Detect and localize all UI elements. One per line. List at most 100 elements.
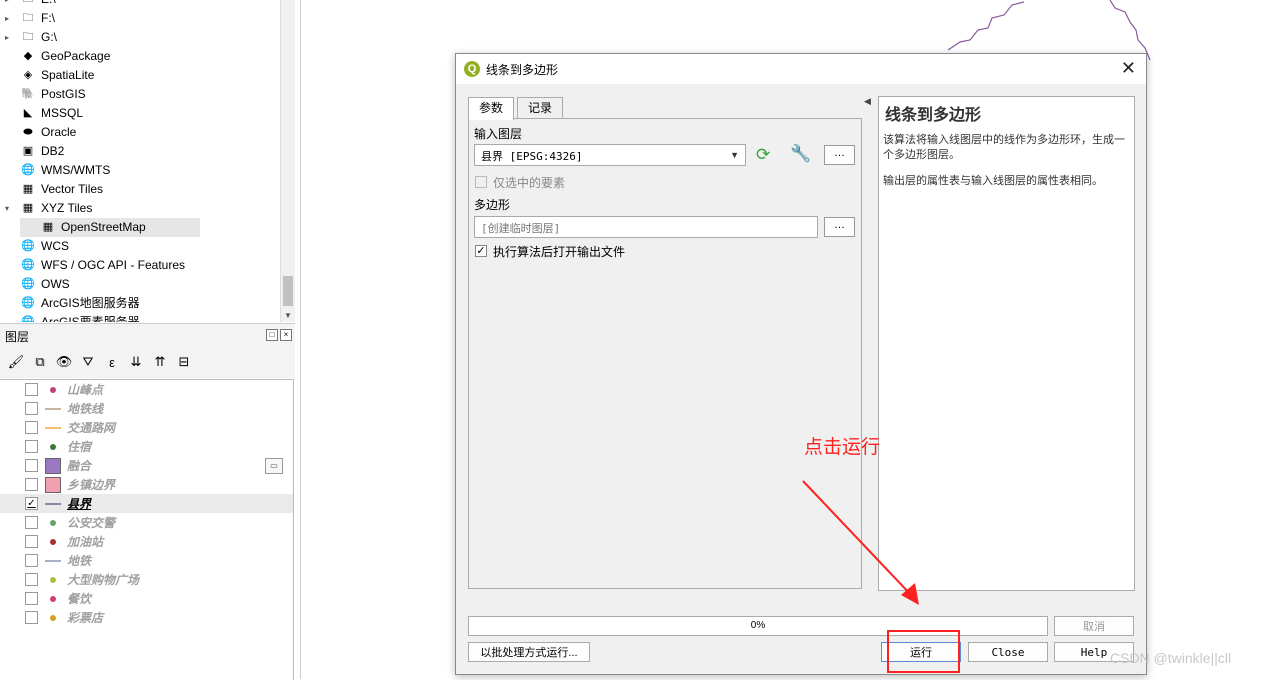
layer-visibility-checkbox[interactable] [25, 459, 38, 472]
tab-log[interactable]: 记录 [517, 97, 564, 119]
tab-parameters[interactable]: 参数 [468, 97, 515, 120]
layer-visibility-checkbox[interactable] [25, 478, 38, 491]
layer-item[interactable]: 山峰点 [0, 380, 293, 399]
browser-item[interactable]: ▣ DB2 [0, 142, 65, 161]
filter-icon[interactable]: ⛛ [78, 352, 98, 372]
browser-item[interactable]: ▸ 🗀 G:\ [0, 28, 57, 47]
layer-name: 融合 [67, 459, 92, 473]
browser-item-label: Vector Tiles [41, 182, 104, 196]
input-layer-value: 县界 [EPSG:4326] [481, 150, 583, 163]
layer-visibility-checkbox[interactable] [25, 421, 38, 434]
browser-item-label: GeoPackage [41, 49, 111, 63]
iterate-icon[interactable]: ⟳ [756, 145, 770, 165]
progress-bar: 0% [468, 616, 1048, 636]
layer-visibility-checkbox[interactable] [25, 440, 38, 453]
style-brush-icon[interactable]: 🖌 [6, 352, 26, 372]
panel-divider[interactable] [300, 0, 301, 679]
browser-item[interactable]: ▾ ▦ XYZ Tiles [0, 199, 92, 218]
layer-visibility-checkbox[interactable] [25, 516, 38, 529]
layer-item[interactable]: 加油站 [0, 532, 293, 551]
remove-layer-icon[interactable]: ⊟ [174, 352, 194, 372]
browser-item[interactable]: 🌐 WCS [0, 237, 69, 256]
browser-item[interactable]: ▦ Vector Tiles [0, 180, 103, 199]
layer-visibility-checkbox[interactable] [25, 402, 38, 415]
expander-arrow-icon[interactable]: ▸ [0, 9, 14, 28]
browser-item-label: XYZ Tiles [41, 201, 93, 215]
embedded-widget-icon[interactable]: ▭ [265, 458, 283, 474]
collapse-all-icon[interactable]: ⇈ [150, 352, 170, 372]
folder-icon: 🗀 [22, 31, 34, 43]
float-panel-icon[interactable]: □ [266, 329, 278, 341]
layer-item[interactable]: 融合 [0, 456, 293, 475]
help-title: 线条到多边形 [885, 105, 982, 124]
browser-item[interactable]: ▦ OpenStreetMap [20, 218, 200, 237]
input-layer-combo[interactable]: 县界 [EPSG:4326] ▼ [474, 144, 746, 166]
layer-item[interactable]: 地铁线 [0, 399, 293, 418]
layers-toolbar: 🖌 ⧉ 👁 ⛛ ε ⇊ ⇈ ⊟ [0, 346, 295, 378]
expander-arrow-icon[interactable]: ▸ [0, 0, 14, 9]
layer-visibility-checkbox[interactable] [25, 535, 38, 548]
output-placeholder: [创建临时图层] [481, 222, 561, 235]
expander-arrow-icon[interactable]: ▾ [0, 199, 14, 218]
browser-item[interactable]: 🌐 WFS / OGC API - Features [0, 256, 185, 275]
xyz-tiles-icon: ▦ [22, 202, 34, 214]
layer-item[interactable]: 公安交警 [0, 513, 293, 532]
close-icon[interactable]: ✕ [1121, 58, 1136, 79]
browser-item[interactable]: ◣ MSSQL [0, 104, 83, 123]
annotation-arrow [802, 480, 919, 605]
layer-item[interactable]: ✓ 县界 [0, 494, 293, 513]
browser-item[interactable]: 🐘 PostGIS [0, 85, 86, 104]
layer-item[interactable]: 乡镇边界 [0, 475, 293, 494]
browser-item[interactable]: 🌐 OWS [0, 275, 70, 294]
expand-all-icon[interactable]: ⇊ [126, 352, 146, 372]
browser-item[interactable]: ▸ 🗀 F:\ [0, 9, 55, 28]
open-output-checkbox[interactable]: ✓ [475, 245, 487, 257]
browser-item[interactable]: ◈ SpatiaLite [0, 66, 95, 85]
browser-item[interactable]: ▸ 🗀 E:\ [0, 0, 56, 9]
browser-item-label: PostGIS [41, 87, 86, 101]
layer-visibility-checkbox[interactable] [25, 554, 38, 567]
browser-item[interactable]: ◆ GeoPackage [0, 47, 111, 66]
scroll-down-arrow[interactable]: ▼ [284, 311, 292, 320]
browser-item[interactable]: ⬬ Oracle [0, 123, 76, 142]
layers-list: 彩票店 餐饮 大型购物广场 地铁 加油站 公安交警 ✓ 县界 乡镇边界 融合 住宿 交通路网 地铁线 山峰… [0, 379, 294, 680]
selected-only-checkbox[interactable] [475, 176, 487, 188]
layer-item[interactable]: 彩票店 [0, 608, 293, 627]
layer-symbol-icon [44, 426, 62, 429]
layer-visibility-checkbox[interactable]: ✓ [25, 497, 38, 510]
browser-item[interactable]: 🌐 ArcGIS要素服务器 [0, 313, 140, 322]
layer-item[interactable]: 地铁 [0, 551, 293, 570]
layer-symbol-icon [44, 457, 62, 474]
layer-visibility-checkbox[interactable] [25, 592, 38, 605]
browser-item-label: OpenStreetMap [61, 220, 146, 234]
input-options-button[interactable]: … [824, 145, 855, 165]
browser-item[interactable]: 🌐 ArcGIS地图服务器 [0, 294, 140, 313]
wrench-settings-icon[interactable]: 🔧 [790, 144, 811, 164]
layer-visibility-checkbox[interactable] [25, 383, 38, 396]
browser-item[interactable]: 🌐 WMS/WMTS [0, 161, 110, 180]
layer-visibility-checkbox[interactable] [25, 611, 38, 624]
layer-item[interactable]: 交通路网 [0, 418, 293, 437]
cancel-button[interactable]: 取消 [1054, 616, 1134, 636]
collapse-help-icon[interactable]: ◀ [864, 96, 871, 107]
expander-arrow-icon[interactable]: ▸ [0, 28, 14, 47]
browser-scrollbar[interactable]: ▼ [280, 0, 295, 322]
layer-item[interactable]: 餐饮 [0, 589, 293, 608]
output-field[interactable]: [创建临时图层] [474, 216, 818, 238]
output-options-button[interactable]: … [824, 217, 855, 237]
add-group-icon[interactable]: ⧉ [30, 352, 50, 372]
visibility-eye-icon[interactable]: 👁 [54, 352, 74, 372]
scrollbar-thumb[interactable] [283, 276, 293, 306]
layer-symbol-icon [44, 576, 62, 583]
batch-run-button[interactable]: 以批处理方式运行... [468, 642, 590, 662]
selected-only-label: 仅选中的要素 [493, 176, 566, 190]
layer-visibility-checkbox[interactable] [25, 573, 38, 586]
layer-item[interactable]: 大型购物广场 [0, 570, 293, 589]
chevron-down-icon: ▼ [730, 150, 739, 160]
close-panel-icon[interactable]: × [280, 329, 292, 341]
expression-filter-icon[interactable]: ε [102, 352, 122, 372]
close-button[interactable]: Close [968, 642, 1048, 662]
layer-item[interactable]: 住宿 [0, 437, 293, 456]
layer-name: 公安交警 [67, 516, 116, 530]
layer-symbol-icon [44, 595, 62, 602]
